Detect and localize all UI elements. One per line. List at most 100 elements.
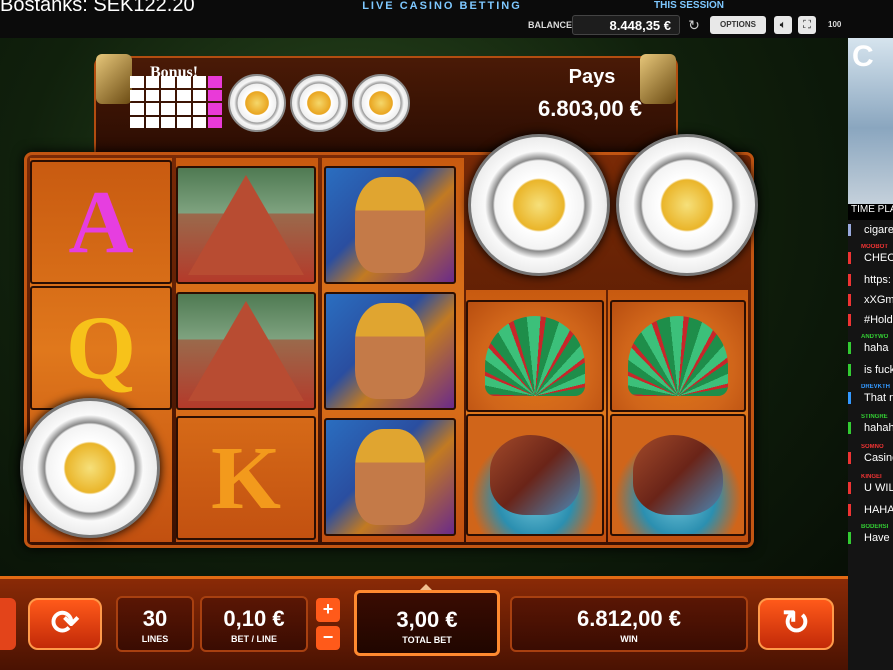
stream-title: Bostanks: SEK122.20 — [0, 0, 195, 16]
symbol-a: A — [30, 160, 172, 284]
casino-banner: LIVE CASINO BETTING — [362, 0, 522, 12]
warrior-symbol — [324, 166, 456, 284]
bonus-meter-cell — [192, 116, 207, 128]
bet-per-line-display: 0,10 € BET / LINE — [200, 596, 308, 652]
eagle-symbol — [610, 414, 746, 536]
chat-message: CHECK — [848, 252, 893, 264]
chat-message: #Hold — [848, 314, 893, 326]
chat-username[interactable]: KINGEI — [848, 474, 893, 480]
symbol-q: Q — [30, 286, 172, 410]
chat-message: HAHA — [848, 504, 893, 516]
bonus-meter-cell — [208, 103, 222, 115]
chat-username[interactable]: STINGRE — [848, 414, 893, 420]
corner-ornament-left — [96, 54, 132, 104]
letter-a: A — [68, 172, 134, 272]
session-label: THIS SESSION — [654, 0, 725, 11]
headdress-symbol — [466, 300, 604, 412]
warrior-symbol — [324, 418, 456, 536]
bonus-meter-cell — [208, 76, 222, 88]
bet-stepper: + − — [308, 596, 344, 652]
bonus-meter-cell — [145, 103, 160, 115]
bonus-meter-cell — [177, 89, 191, 101]
autoplay-button[interactable]: ⟳ — [28, 598, 102, 650]
lines-label: LINES — [141, 634, 169, 644]
bet-increase-button[interactable]: + — [316, 598, 340, 622]
totalbet-value: 3,00 € — [396, 607, 458, 632]
bonus-meter-cell — [192, 103, 207, 115]
warrior-symbol — [324, 292, 456, 410]
chat-username[interactable]: BODERSI — [848, 524, 893, 530]
lines-value: 30 — [142, 606, 168, 631]
spin-button[interactable]: ↻ — [758, 598, 834, 650]
chat-message: is fuck — [848, 364, 893, 376]
bonus-meter-cell — [177, 103, 191, 115]
chat-message: Have — [848, 532, 893, 544]
preview-caption: TIME PLA — [848, 204, 893, 220]
bonus-meter-cell — [161, 116, 175, 128]
sound-icon[interactable]: 🔈︎ — [774, 16, 792, 34]
chat-username[interactable]: SOMNO — [848, 444, 893, 450]
bonus-meter-cell — [177, 116, 191, 128]
bonus-meter — [130, 76, 222, 128]
chat-message: Casino — [848, 452, 893, 464]
refresh-icon[interactable]: ↻ — [686, 17, 702, 33]
options-button[interactable]: OPTIONS — [710, 16, 766, 34]
chat-message: haha — [848, 342, 893, 354]
fullscreen-icon[interactable]: ⛶ — [798, 16, 816, 34]
win-label: WIN — [620, 634, 638, 644]
bet-decrease-button[interactable]: − — [316, 626, 340, 650]
chat-username[interactable]: DREVKTH — [848, 384, 893, 390]
bonus-coin-icon — [228, 74, 286, 132]
bonus-meter-cell — [130, 116, 144, 128]
bonus-meter-cell — [192, 89, 207, 101]
chat-message: That n — [848, 392, 893, 404]
eagle-symbol — [466, 414, 604, 536]
pyramid-symbol — [176, 166, 316, 284]
chat-username[interactable]: MOOBOT — [848, 244, 893, 250]
preview-letter: C — [852, 40, 874, 73]
chat-message: hahah — [848, 422, 893, 434]
pyramid-symbol — [176, 292, 316, 410]
bonus-meter-cell — [208, 116, 222, 128]
coin-scatter-symbol — [616, 134, 758, 276]
bonus-meter-cell — [208, 89, 222, 101]
win-display: 6.812,00 € WIN — [510, 596, 748, 652]
betline-label: BET / LINE — [230, 634, 277, 644]
top-bar: Bostanks: SEK122.20 LIVE CASINO BETTING … — [0, 0, 893, 38]
chat-message: cigare — [848, 224, 893, 236]
pays-value: 6.803,00 € — [538, 96, 642, 121]
symbol-k: K — [176, 416, 316, 540]
betline-value: 0,10 € — [223, 606, 285, 631]
letter-q: Q — [65, 298, 136, 398]
chat-message: xXGm — [848, 294, 893, 306]
lines-display[interactable]: 30 LINES — [116, 596, 194, 652]
chat-panel: C TIME PLA cigare MOOBOT CHECK https: xXGm #H… — [848, 38, 893, 670]
headdress-symbol — [610, 300, 746, 412]
bonus-meter-cell — [130, 76, 144, 88]
pays-label: Pays — [568, 66, 616, 88]
bonus-coin-icon — [290, 74, 348, 132]
bonus-meter-cell — [161, 103, 175, 115]
coin-scatter-symbol — [20, 398, 160, 538]
bonus-meter-cell — [145, 89, 160, 101]
bonus-meter-cell — [130, 89, 144, 101]
balance-label: BALANCE — [528, 20, 572, 30]
total-bet-display: 3,00 € TOTAL BET — [354, 590, 500, 656]
slot-stream-screen: Bostanks: SEK122.20 LIVE CASINO BETTING … — [0, 0, 893, 670]
bonus-coin-icon — [352, 74, 410, 132]
chat-message: https: — [848, 274, 893, 286]
balance-value: 8.448,35 € — [572, 15, 680, 35]
chat-username[interactable]: ANDYWO — [848, 334, 893, 340]
bonus-meter-cell — [130, 103, 144, 115]
bonus-label: Bonus! — [150, 64, 199, 81]
stream-preview[interactable]: C — [848, 38, 893, 218]
win-value: 6.812,00 € — [577, 606, 681, 631]
letter-k: K — [210, 428, 281, 528]
totalbet-label: TOTAL BET — [402, 635, 452, 645]
bonus-meter-cell — [145, 116, 160, 128]
menu-button[interactable] — [0, 598, 16, 650]
coin-scatter-symbol — [468, 134, 610, 276]
zoom-label: 100 — [828, 20, 842, 29]
bonus-meter-cell — [161, 89, 175, 101]
chat-message: U WIL — [848, 482, 893, 494]
